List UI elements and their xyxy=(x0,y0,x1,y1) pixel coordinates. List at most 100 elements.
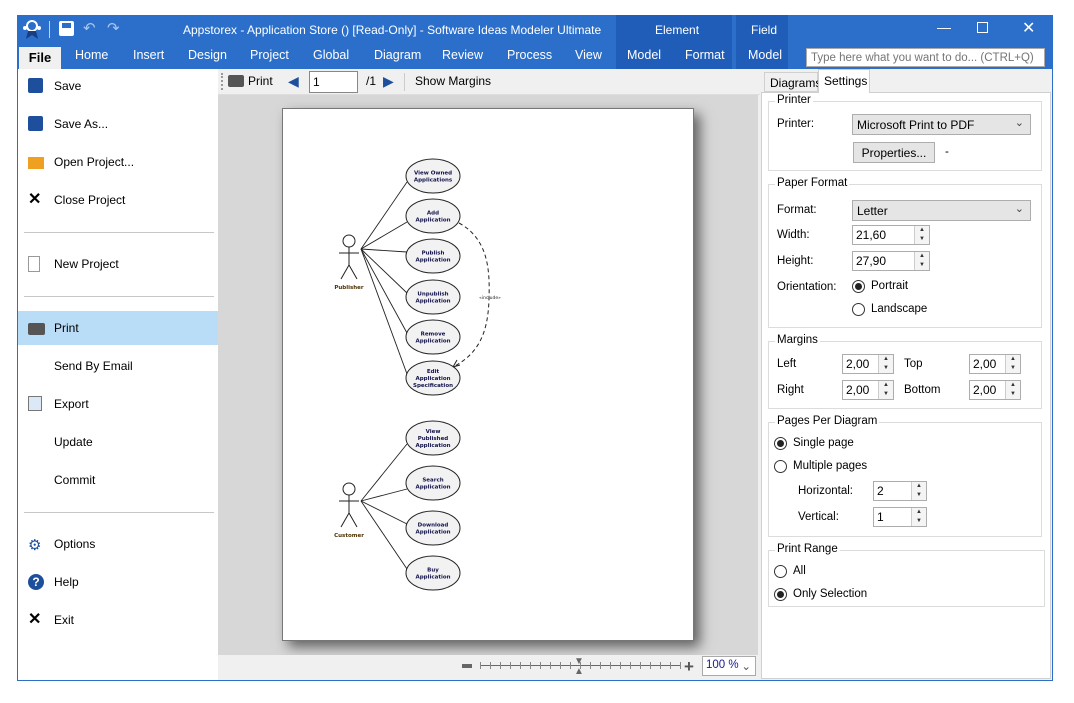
file-menu-save[interactable]: Save xyxy=(18,69,218,103)
minimize-button[interactable]: — xyxy=(937,19,951,35)
multiple-pages-label: Multiple pages xyxy=(793,460,868,472)
tab-element-model[interactable]: Model xyxy=(627,48,661,62)
tab-settings[interactable]: Settings xyxy=(818,69,870,93)
tab-format[interactable]: Format xyxy=(685,48,725,62)
association-line xyxy=(360,248,408,253)
association-line xyxy=(360,248,408,334)
width-input[interactable]: 21,60 ▲ ▼ xyxy=(852,225,930,245)
tab-diagrams[interactable]: Diagrams xyxy=(764,72,821,92)
association-line xyxy=(360,488,408,502)
file-menu-save-as[interactable]: Save As... xyxy=(18,107,218,141)
horizontal-input[interactable]: 2 ▲ ▼ xyxy=(873,481,927,501)
zoom-bar: ▼ ▲ + 100 % ⌄ xyxy=(218,655,760,680)
association-line xyxy=(360,248,408,294)
file-menu-commit[interactable]: Commit xyxy=(18,463,218,497)
maximize-button[interactable] xyxy=(977,22,988,33)
printer-select[interactable]: Microsoft Print to PDF ⌄ xyxy=(852,114,1031,135)
multiple-pages-radio[interactable] xyxy=(774,460,787,473)
search-input[interactable] xyxy=(806,48,1045,67)
menu-item-label: Exit xyxy=(54,613,75,627)
file-menu-export[interactable]: Export xyxy=(18,387,218,421)
tab-insert[interactable]: Insert xyxy=(133,48,164,62)
file-menu-update[interactable]: Update xyxy=(18,425,218,459)
vertical-label: Vertical: xyxy=(798,511,839,523)
tab-project[interactable]: Project xyxy=(250,48,289,62)
portrait-radio[interactable] xyxy=(852,280,865,293)
vertical-input[interactable]: 1 ▲ ▼ xyxy=(873,507,927,527)
context-group-field: Field xyxy=(751,23,778,37)
format-label: Format: xyxy=(777,204,817,216)
all-radio[interactable] xyxy=(774,565,787,578)
previous-page-icon[interactable]: ◀ xyxy=(288,73,299,90)
tab-home[interactable]: Home xyxy=(75,48,108,62)
zoom-value: 100 % xyxy=(706,659,739,671)
use-case-label: Applications xyxy=(414,178,453,184)
menu-item-label: Open Project... xyxy=(54,155,135,169)
left-margin-input[interactable]: 2,00 ▲ ▼ xyxy=(842,354,894,374)
file-menu-open-project[interactable]: Open Project... xyxy=(18,145,218,179)
all-label: All xyxy=(793,565,806,577)
tab-review[interactable]: Review xyxy=(442,48,483,62)
use-case-label: Application xyxy=(415,376,450,382)
tab-design[interactable]: Design xyxy=(188,48,227,62)
page-number-input[interactable]: 1 xyxy=(309,71,358,93)
zoom-out-icon[interactable] xyxy=(462,664,472,668)
file-menu-help[interactable]: ? Help xyxy=(18,565,218,599)
use-case-label: Search xyxy=(422,478,443,484)
file-menu-print[interactable]: Print xyxy=(18,311,218,345)
file-menu-send-by-email[interactable]: Send By Email xyxy=(18,349,218,383)
zoom-combo[interactable]: 100 % ⌄ xyxy=(702,656,756,676)
properties-button[interactable]: Properties... xyxy=(853,142,935,163)
use-case-label: View xyxy=(426,429,441,435)
use-case-label: Add xyxy=(427,211,439,217)
printer-icon xyxy=(28,320,45,337)
actor-legs xyxy=(340,263,358,280)
show-margins-button[interactable]: Show Margins xyxy=(415,74,491,88)
use-case-label: Remove xyxy=(421,332,446,338)
print-preview: View Owned Applications Add Application Publ… xyxy=(218,95,758,655)
file-menu-exit[interactable]: ✕ Exit xyxy=(18,603,218,637)
actor-label: Publisher xyxy=(334,285,364,291)
height-label: Height: xyxy=(777,255,814,267)
right-margin-label: Right xyxy=(777,384,804,396)
top-margin-input[interactable]: 2,00 ▲ ▼ xyxy=(969,354,1021,374)
undo-icon[interactable]: ↶ xyxy=(83,19,96,37)
menu-item-label: Update xyxy=(54,435,93,449)
redo-icon[interactable]: ↷ xyxy=(107,19,120,37)
use-case-diagram: View OwnedApplicationsAddApplicationPubl… xyxy=(334,158,501,591)
tab-view[interactable]: View xyxy=(575,48,602,62)
preview-page: View Owned Applications Add Application Publ… xyxy=(282,108,694,641)
file-menu-options[interactable]: ⚙ Options xyxy=(18,527,218,561)
single-page-radio[interactable] xyxy=(774,437,787,450)
only-selection-radio[interactable] xyxy=(774,588,787,601)
actor-head xyxy=(342,482,356,496)
tab-global[interactable]: Global xyxy=(313,48,349,62)
zoom-in-icon[interactable]: + xyxy=(684,657,694,677)
right-margin-input[interactable]: 2,00 ▲ ▼ xyxy=(842,380,894,400)
close-button[interactable]: ✕ xyxy=(1022,18,1035,38)
bottom-margin-input[interactable]: 2,00 ▲ ▼ xyxy=(969,380,1021,400)
save-icon[interactable] xyxy=(59,21,74,36)
file-menu-close-project[interactable]: ✕ Close Project xyxy=(18,183,218,217)
menu-item-label: Export xyxy=(54,397,89,411)
top-margin-label: Top xyxy=(904,358,923,370)
height-input[interactable]: 27,90 ▲ ▼ xyxy=(852,251,930,271)
ribbon-tabs: File Home Insert Design Project Global D… xyxy=(17,43,1053,69)
file-menu-new-project[interactable]: New Project xyxy=(18,247,218,281)
menu-item-label: Save As... xyxy=(54,117,109,131)
tab-diagram[interactable]: Diagram xyxy=(374,48,421,62)
tab-field-model[interactable]: Model xyxy=(748,48,782,62)
use-case-label: Publish xyxy=(422,251,445,257)
use-case-label: Published xyxy=(418,436,449,442)
exit-icon: ✕ xyxy=(28,611,42,628)
open-folder-icon xyxy=(28,154,45,171)
landscape-radio[interactable] xyxy=(852,303,865,316)
tab-file[interactable]: File xyxy=(19,47,61,69)
format-select[interactable]: Letter ⌄ xyxy=(852,200,1031,221)
next-page-icon[interactable]: ▶ xyxy=(383,73,394,90)
properties-status: - xyxy=(945,146,949,158)
print-button[interactable]: Print xyxy=(248,74,273,88)
menu-separator xyxy=(24,296,214,297)
tab-process[interactable]: Process xyxy=(507,48,552,62)
use-case-label: Application xyxy=(415,443,450,449)
